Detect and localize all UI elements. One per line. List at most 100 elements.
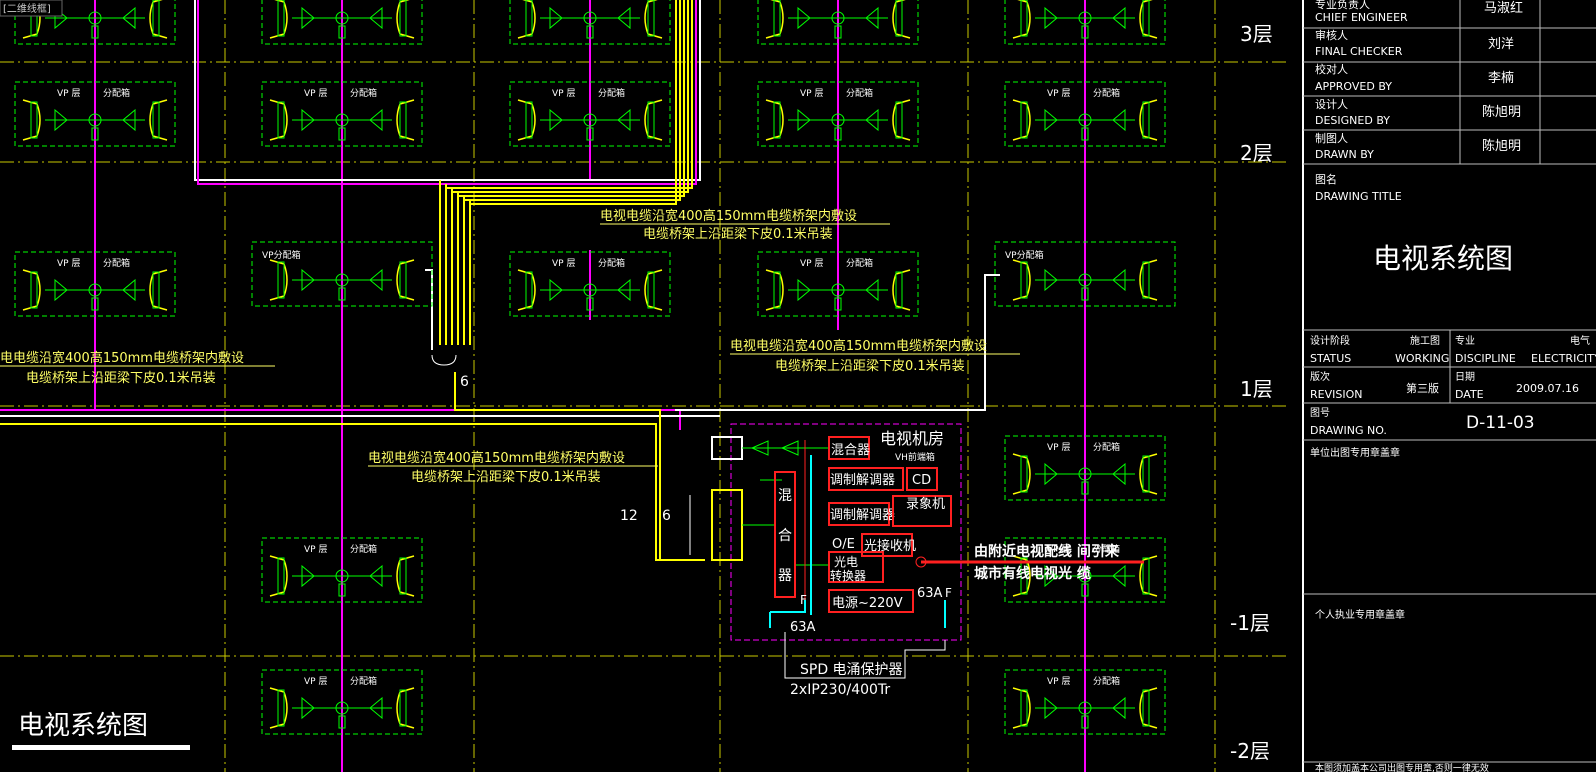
vp-floor-label: VP 层 — [552, 258, 575, 269]
tb-checker-en: FINAL CHECKER — [1315, 45, 1403, 58]
floor-label-1: 1层 — [1240, 377, 1273, 401]
tb-chief-en: CHIEF ENGINEER — [1315, 11, 1408, 24]
vp-floor-suffix: 分配箱 — [1093, 441, 1120, 453]
tb-designed-name: 陈旭明 — [1482, 104, 1521, 120]
vp-floor-label: VP 层 — [304, 544, 327, 555]
tb-discipline-value-en: ELECTRICITY — [1531, 352, 1596, 365]
tb-date-en: DATE — [1455, 388, 1484, 401]
breaker-right-label: 63A — [917, 586, 943, 601]
tb-status-value-en: WORKING — [1395, 352, 1449, 365]
tb-personal-stamp: 个人执业专用章盖章 — [1315, 608, 1405, 621]
vp-floor-suffix: 分配箱 — [846, 257, 873, 269]
spd-label: SPD 电涌保护器 — [800, 662, 903, 678]
tb-discipline-value-cn: 电气 — [1570, 334, 1590, 347]
cd-label: CD — [912, 473, 931, 488]
equipment-room-title: 电视机房 — [880, 429, 944, 448]
tb-status-en: STATUS — [1310, 352, 1351, 365]
floor-label-b2: -2层 — [1230, 739, 1270, 763]
tb-approved-cn: 校对人 — [1315, 62, 1348, 76]
tb-revision-cn: 版次 — [1310, 370, 1330, 383]
tb-title-cn: 图名 — [1315, 172, 1337, 186]
oe-label: O/E — [832, 537, 855, 552]
tb-date-value: 2009.07.16 — [1516, 382, 1579, 395]
tb-drawing-no-value: D-11-03 — [1466, 413, 1535, 433]
converter-label-2: 转换器 — [830, 568, 866, 583]
viewport-label[interactable]: [二维线框] — [0, 0, 63, 17]
mixer-vertical-3: 器 — [778, 568, 792, 584]
incoming-label-2: 城市有线电视光 缆 — [974, 565, 1091, 582]
vp-floor-label: VP 层 — [1047, 442, 1070, 453]
tb-designed-en: DESIGNED BY — [1315, 114, 1390, 127]
tb-chief-name: 马淑红 — [1484, 0, 1523, 16]
vp-floor-suffix: 分配箱 — [350, 543, 377, 555]
tb-drawn-name: 陈旭明 — [1482, 138, 1521, 154]
vp-floor-suffix: 分配箱 — [350, 87, 377, 99]
tb-checker-cn: 审核人 — [1315, 28, 1348, 42]
tb-drawn-en: DRAWN BY — [1315, 148, 1374, 161]
vp-floor-label: VP 层 — [304, 88, 327, 99]
vcr-label: 录象机 — [906, 497, 945, 512]
annotation-low-2: 电缆桥架上沿距梁下皮0.1米吊装 — [411, 469, 601, 485]
mixer-vertical-1: 混 — [778, 488, 792, 504]
converter-label-1: 光电 — [834, 555, 858, 569]
vp-floor-label: VP 层 — [304, 676, 327, 687]
annotation-top-2: 电缆桥架上沿距梁下皮0.1米吊装 — [643, 226, 833, 242]
vp-floor-suffix: 分配箱 — [598, 257, 625, 269]
tb-designed-cn: 设计人 — [1315, 98, 1348, 111]
vp-floor-label: VP 层 — [1047, 676, 1070, 687]
breaker-left-label: 63A — [790, 620, 816, 635]
cable-count-6a: 6 — [460, 374, 469, 390]
mixer-label: 混合器 — [831, 443, 870, 458]
floor-label-2: 2层 — [1240, 141, 1273, 165]
tb-revision-value: 第三版 — [1406, 381, 1439, 395]
tb-chief-cn: 专业负责人 — [1315, 0, 1370, 11]
tb-approved-en: APPROVED BY — [1315, 80, 1392, 93]
drawing-title-caption: 电视系统图 — [18, 711, 148, 741]
vp-floor-label: VP 层 — [1047, 88, 1070, 99]
vp-floor-label: VP 层 — [552, 88, 575, 99]
vh-box-label: VH前端箱 — [895, 451, 935, 463]
tb-checker-name: 刘洋 — [1488, 37, 1514, 52]
vp-floor-suffix: 分配箱 — [846, 87, 873, 99]
vp-floor-label: VP 层 — [800, 88, 823, 99]
tb-drawing-no-cn: 图号 — [1310, 407, 1330, 419]
annotation-top-1: 电视电缆沿宽400高150mm电缆桥架内敷设 — [600, 208, 857, 224]
incoming-label-1: 由附近电视配线 间引来 — [974, 543, 1120, 560]
annotation-mid-1: 电视电缆沿宽400高150mm电缆桥架内敷设 — [730, 338, 987, 354]
demodulator-2-label: 调制解调器 — [830, 508, 895, 523]
vp-floor-suffix: 分配箱 — [103, 87, 130, 99]
mixer-vertical-2: 合 — [778, 528, 792, 544]
tb-drawn-cn: 制图人 — [1315, 132, 1348, 145]
tb-approved-name: 李楠 — [1488, 71, 1514, 86]
spd-model: 2xIP230/400Tr — [790, 682, 890, 698]
annotation-left-1: 电电缆沿宽400高150mm电缆桥架内敷设 — [0, 350, 244, 366]
title-block: 专业负责人 CHIEF ENGINEER 马淑红 审核人 FINAL CHECK… — [1302, 0, 1596, 772]
vp-box-label: VP分配箱 — [1005, 249, 1044, 261]
demodulator-1-label: 调制解调器 — [830, 473, 895, 488]
vp-floor-label: VP 层 — [57, 258, 80, 269]
vp-floor-label: VP 层 — [800, 258, 823, 269]
f-right-label: F — [945, 586, 952, 600]
vp-floor-suffix: 分配箱 — [103, 257, 130, 269]
cable-count-6b: 6 — [662, 508, 671, 524]
annotation-left-2: 电缆桥架上沿距梁下皮0.1米吊装 — [26, 370, 216, 386]
tv-system-drawing[interactable]: VP 层分配箱 VP 层分配箱 VP 层分配箱 VP 层分配箱 VP 层分配箱VP 层分… — [0, 0, 1596, 772]
tb-bottom-note: 本图须加盖本公司出图专用章,否则一律无效 — [1315, 762, 1489, 772]
viewport-label-text: [二维线框] — [3, 2, 51, 15]
annotation-mid-2: 电缆桥架上沿距梁下皮0.1米吊装 — [775, 358, 965, 374]
power-label: 电源~220V — [832, 596, 903, 611]
tb-title-value: 电视系统图 — [1373, 242, 1513, 275]
tb-unit-stamp: 单位出图专用章盖章 — [1310, 446, 1400, 459]
floor-label-3: 3层 — [1240, 22, 1273, 46]
tb-status-value-cn: 施工图 — [1410, 334, 1440, 347]
vp-floor-suffix: 分配箱 — [1093, 87, 1120, 99]
tb-date-cn: 日期 — [1455, 371, 1475, 383]
vp-floor-suffix: 分配箱 — [1093, 675, 1120, 687]
tb-status-cn: 设计阶段 — [1310, 334, 1350, 347]
tb-discipline-cn: 专业 — [1455, 334, 1475, 347]
vp-floor-label: VP 层 — [57, 88, 80, 99]
cable-count-12: 12 — [620, 508, 638, 524]
tb-revision-en: REVISION — [1310, 388, 1362, 401]
vp-box-label: VP分配箱 — [262, 249, 301, 261]
tb-drawing-no-en: DRAWING NO. — [1310, 424, 1387, 437]
